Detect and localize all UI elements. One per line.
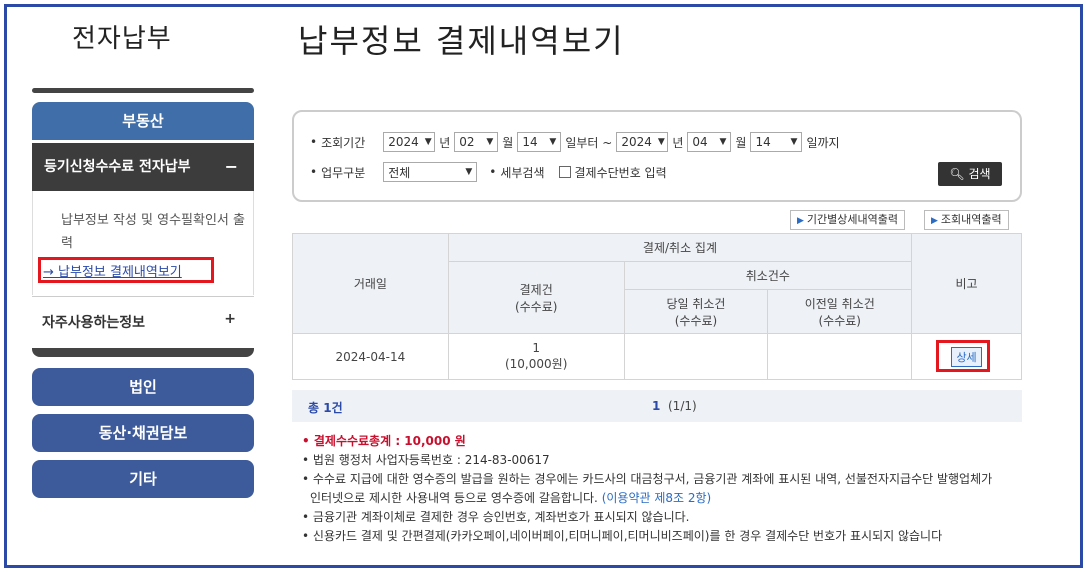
payment-table: 거래일 결제/취소 집계 비고 결제건 (수수료) 취소건수 당일 취소건 (수… [292,233,1022,380]
sidebar-bottom-divider [32,348,254,357]
month-unit: 월 [502,135,514,150]
note-text: 신용카드 결제 및 간편결제(카카오페이,네이버페이,티머니페이,티머니비즈페이… [312,529,943,543]
search-button-label: 검색 [968,167,991,181]
col-cancels-header: 취소건수 [623,261,913,290]
bullet-icon: • [310,165,318,179]
bullet-icon: • [310,135,318,149]
table-footer: 총 1건 1 (1/1) [292,390,1022,422]
row-payment-count: 1 [532,341,540,355]
detail-search-label: 세부검색 [500,165,545,180]
sidebar-item-registration-fee[interactable]: 등기신청수수료 전자납부 − [32,143,254,191]
pagination: 1 (1/1) [652,399,697,413]
sidebar-title: 전자납부 [72,24,172,54]
note-text: 결제수수료총계 : 10,000 원 [313,434,466,448]
period-row: • 조회기간 2024 ▼ 년 02 ▼ 월 14 ▼ 일부터 ~ 2024 ▼ 년 0… [310,132,844,152]
sidebar-item-corporation[interactable]: 법인 [32,368,254,406]
chevron-down-icon: ▼ [790,137,798,147]
end-day-value: 14 [755,135,771,149]
chevron-down-icon: ▼ [465,167,473,177]
notes-list: • 결제수수료총계 : 10,000 원 • 법원 행정처 사업자등록번호 : … [302,432,1017,546]
sidebar-top-divider [32,88,254,93]
chevron-down-icon: ▼ [657,137,665,147]
start-month-select[interactable]: 02 ▼ [454,132,499,152]
col-summary-header: 결제/취소 집계 [447,233,913,262]
type-row: • 업무구분 전체 ▼ • 세부검색 결제수단번호 입력 [310,162,667,182]
chevron-down-icon: ▼ [719,137,727,147]
note-transfer: • 금융기관 계좌이체로 결제한 경우 승인번호, 계좌번호가 표시되지 않습니… [302,510,690,524]
type-select[interactable]: 전체 ▼ [383,162,478,182]
period-detail-print-label: 기간별상세내역출력 [806,213,899,226]
month-unit: 월 [735,135,747,150]
start-year-value: 2024 [388,135,419,149]
year-unit: 년 [672,135,684,150]
search-panel: • 조회기간 2024 ▼ 년 02 ▼ 월 14 ▼ 일부터 ~ 2024 ▼ 년 0… [292,110,1022,202]
sidebar-item-label: 자주사용하는정보 [42,315,146,331]
sidebar-item-label: 등기신청수수료 전자납부 [44,159,191,175]
highlight-box-detail [936,340,990,372]
year-unit: 년 [439,135,451,150]
end-month-select[interactable]: 04 ▼ [687,132,732,152]
row-same-day [623,333,769,380]
arrow-right-icon: ▶ [931,216,938,226]
row-payment-fee: (10,000원) [504,357,568,371]
collapse-icon[interactable]: − [225,143,238,191]
row-payments: 1 (10,000원) [447,333,625,380]
query-print-button[interactable]: ▶ 조회내역출력 [924,210,1009,230]
arrow-right-icon: ▶ [797,216,804,226]
end-day-select[interactable]: 14 ▼ [750,132,803,152]
row-date: 2024-04-14 [292,333,449,380]
to-text: 일까지 [806,135,840,150]
type-value: 전체 [388,165,411,180]
col-payments-header: 결제건 (수수료) [447,261,625,334]
note-text: 금융기관 계좌이체로 결제한 경우 승인번호, 계좌번호가 표시되지 않습니다. [312,510,690,524]
highlight-box-submenu [38,257,214,283]
note-receipt: • 수수료 지급에 대한 영수증의 발급을 원하는 경우에는 카드사의 대금청구… [302,472,993,486]
payment-number-checkbox-label: 결제수단번호 입력 [574,165,667,180]
col-prev-day-header: 이전일 취소건 (수수료) [767,289,913,334]
row-prev-day [767,333,913,380]
sidebar-item-movable-assets[interactable]: 동산·채권담보 [32,414,254,452]
note-text: 법원 행정처 사업자등록번호 : 214-83-00617 [312,453,550,467]
submenu-item-write-payment[interactable]: 납부정보 작성 및 영수필확인서 출력 [61,209,251,255]
type-label: 업무구분 [321,165,366,180]
sidebar-item-real-estate[interactable]: 부동산 [32,102,254,140]
note-business-number: • 법원 행정처 사업자등록번호 : 214-83-00617 [302,453,550,467]
table-row: 2024-04-14 1 (10,000원) 상세 [292,333,1022,380]
start-year-select[interactable]: 2024 ▼ [383,132,436,152]
note-text: 수수료 지급에 대한 영수증의 발급을 원하는 경우에는 카드사의 대금청구서,… [312,472,993,486]
terms-link[interactable]: (이용약관 제8조 2항) [602,491,712,505]
chevron-down-icon: ▼ [486,137,494,147]
col-date-header: 거래일 [292,233,449,334]
sidebar-item-other[interactable]: 기타 [32,460,254,498]
col-same-day-header: 당일 취소건 (수수료) [623,289,769,334]
search-button[interactable]: 🔍︎ 검색 [938,162,1002,186]
start-day-select[interactable]: 14 ▼ [517,132,562,152]
chevron-down-icon: ▼ [549,137,557,147]
period-detail-print-button[interactable]: ▶ 기간별상세내역출력 [790,210,906,230]
sidebar-item-frequent-info[interactable]: 자주사용하는정보 + [32,296,254,348]
end-year-value: 2024 [621,135,652,149]
period-label: 조회기간 [321,135,366,150]
query-print-label: 조회내역출력 [940,213,1002,226]
note-text: 인터넷으로 제시한 사용내역 등으로 영수증에 갈음합니다. [310,491,598,505]
expand-icon[interactable]: + [224,293,236,345]
chevron-down-icon: ▼ [424,137,432,147]
start-day-value: 14 [522,135,538,149]
page-title: 납부정보 결제내역보기 [298,22,625,60]
page-info: (1/1) [668,399,697,413]
note-receipt-continued: 인터넷으로 제시한 사용내역 등으로 영수증에 갈음합니다. (이용약관 제8조… [302,489,1017,508]
note-total-fee: • 결제수수료총계 : 10,000 원 [302,434,466,448]
col-note-header: 비고 [911,233,1022,334]
note-card: • 신용카드 결제 및 간편결제(카카오페이,네이버페이,티머니페이,티머니비즈… [302,529,943,543]
from-text: 일부터 ~ [565,135,613,150]
bullet-icon: • [489,165,497,179]
payment-number-checkbox[interactable] [558,166,571,178]
total-count: 총 1건 [308,401,343,415]
search-icon: 🔍︎ [949,167,965,181]
end-month-value: 04 [692,135,708,149]
current-page[interactable]: 1 [652,399,660,413]
start-month-value: 02 [459,135,475,149]
end-year-select[interactable]: 2024 ▼ [616,132,669,152]
